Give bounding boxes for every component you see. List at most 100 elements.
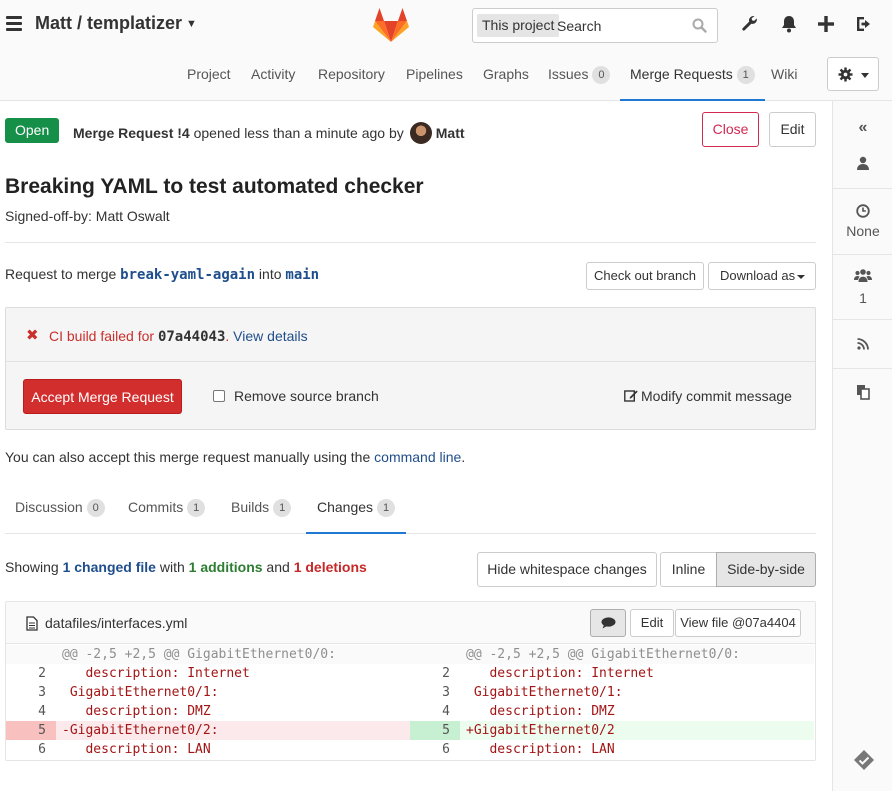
todo-icon[interactable] xyxy=(853,749,875,771)
hunk-header-row: @@ -2,5 +2,5 @@ GigabitEthernet0/0: @@ -2… xyxy=(6,645,815,664)
accept-merge-request-button[interactable]: Accept Merge Request xyxy=(23,379,182,414)
tab-project[interactable]: Project xyxy=(187,53,231,101)
tab-issues[interactable]: Issues 0 xyxy=(548,53,611,101)
view-file-button[interactable]: View file @07a4404 xyxy=(675,609,801,637)
line-number[interactable]: 4 xyxy=(410,702,460,721)
menu-icon[interactable] xyxy=(6,16,22,31)
commits-count-badge: 1 xyxy=(187,499,206,517)
remove-source-branch-checkbox[interactable] xyxy=(213,390,225,402)
line-number[interactable]: 5 xyxy=(410,721,460,740)
collapse-sidebar-icon[interactable]: « xyxy=(833,119,892,137)
tab-wiki[interactable]: Wiki xyxy=(771,53,797,101)
divider xyxy=(833,368,892,369)
tab-graphs[interactable]: Graphs xyxy=(483,53,529,101)
edit-file-button[interactable]: Edit xyxy=(630,609,674,637)
status-badge: Open xyxy=(5,118,60,143)
line-number[interactable]: 5 xyxy=(6,721,56,740)
tab-merge-requests[interactable]: Merge Requests 1 xyxy=(620,53,765,101)
tab-activity[interactable]: Activity xyxy=(251,53,295,101)
code-line: GigabitEthernet0/1: xyxy=(62,685,219,700)
divider xyxy=(833,254,892,255)
search-box[interactable]: This project xyxy=(472,8,718,43)
check-out-branch-button[interactable]: Check out branch xyxy=(586,262,704,290)
rss-icon[interactable] xyxy=(857,338,869,350)
chevron-down-icon[interactable]: ▼ xyxy=(186,18,197,30)
line-number[interactable]: 2 xyxy=(410,664,460,683)
file-icon xyxy=(26,616,38,631)
avatar[interactable] xyxy=(409,122,432,144)
commit-sha[interactable]: 07a44043 xyxy=(158,329,225,345)
line-number[interactable]: 3 xyxy=(6,683,56,702)
line-number[interactable]: 3 xyxy=(410,683,460,702)
chevron-down-icon xyxy=(797,275,805,279)
plus-icon[interactable] xyxy=(816,14,836,34)
tab-label: Merge Requests xyxy=(630,66,733,82)
milestone-value[interactable]: None xyxy=(833,223,892,239)
inline-view-button[interactable]: Inline xyxy=(660,552,717,587)
clock-icon[interactable] xyxy=(856,204,870,218)
hunk-header: @@ -2,5 +2,5 @@ GigabitEthernet0/0: xyxy=(56,645,410,664)
diff-half-right: 2 description: Internet xyxy=(410,664,814,683)
side-by-side-view-button[interactable]: Side-by-side xyxy=(716,552,816,587)
edit-icon xyxy=(624,390,638,402)
line-number[interactable]: 6 xyxy=(6,740,56,759)
author-link[interactable]: Matt xyxy=(436,125,465,141)
changed-files-link[interactable]: 1 changed file xyxy=(63,559,156,575)
search-input[interactable] xyxy=(557,15,687,37)
diff-half-left: 4 description: DMZ xyxy=(6,702,410,721)
download-as-button[interactable]: Download as xyxy=(708,262,816,290)
settings-dropdown-button[interactable] xyxy=(827,57,879,91)
gitlab-logo[interactable] xyxy=(372,7,410,43)
tab-pipelines[interactable]: Pipelines xyxy=(406,53,463,101)
modify-commit-message-link[interactable]: Modify commit message xyxy=(624,388,792,404)
project-title[interactable]: Matt / templatizer ▼ xyxy=(35,13,197,34)
tab-discussion[interactable]: Discussion 0 xyxy=(15,488,105,534)
user-icon[interactable] xyxy=(856,156,870,170)
source-branch[interactable]: break-yaml-again xyxy=(120,267,255,283)
tab-commits[interactable]: Commits 1 xyxy=(128,488,206,534)
target-branch[interactable]: main xyxy=(285,267,319,283)
tab-changes[interactable]: Changes 1 xyxy=(306,488,407,534)
merge-request-meta: Merge Request !4 opened less than a minu… xyxy=(73,122,465,144)
code-line: description: DMZ xyxy=(466,704,615,719)
right-sidebar: « None 1 xyxy=(832,101,892,791)
search-scope-label[interactable]: This project xyxy=(477,14,560,37)
diff-half-right: 3 GigabitEthernet0/1: xyxy=(410,683,814,702)
ci-suffix: . xyxy=(225,328,234,344)
code-line: -GigabitEthernet0/2: xyxy=(56,721,410,740)
divider xyxy=(833,188,892,189)
view-details-link[interactable]: View details xyxy=(233,328,307,344)
modify-commit-message-label[interactable]: Modify commit message xyxy=(641,388,792,404)
file-name[interactable]: datafiles/interfaces.yml xyxy=(45,615,187,631)
download-as-label: Download as xyxy=(720,268,796,283)
merge-requests-count-badge: 1 xyxy=(736,66,755,84)
search-icon[interactable] xyxy=(692,18,707,33)
code-line: description: Internet xyxy=(466,666,654,681)
remove-source-branch-label[interactable]: Remove source branch xyxy=(234,388,379,404)
edit-button[interactable]: Edit xyxy=(769,112,816,147)
project-nav: Project Activity Repository Pipelines Gr… xyxy=(0,53,820,101)
issues-count-badge: 0 xyxy=(592,66,611,84)
line-number[interactable]: 6 xyxy=(410,740,460,759)
wrench-icon[interactable] xyxy=(740,14,760,34)
tab-label: Changes xyxy=(317,499,374,515)
hide-whitespace-button[interactable]: Hide whitespace changes xyxy=(477,552,657,587)
project-title-text[interactable]: Matt / templatizer xyxy=(35,13,182,33)
toggle-comments-button[interactable] xyxy=(590,609,626,637)
diff-row: 2 description: Internet 2 description: In… xyxy=(6,664,815,683)
remove-source-branch-option[interactable]: Remove source branch xyxy=(213,388,379,404)
command-line-link[interactable]: command line xyxy=(374,449,461,465)
bell-icon[interactable] xyxy=(779,14,799,34)
line-number[interactable]: 4 xyxy=(6,702,56,721)
tab-label: Wiki xyxy=(771,66,798,82)
diff-half-left: 3 GigabitEthernet0/1: xyxy=(6,683,410,702)
copy-reference-icon[interactable] xyxy=(856,384,870,400)
diff-row: 3 GigabitEthernet0/1: 3 GigabitEthernet0/… xyxy=(6,683,815,702)
line-number[interactable]: 2 xyxy=(6,664,56,683)
sign-out-icon[interactable] xyxy=(854,14,874,34)
users-icon[interactable] xyxy=(854,268,872,282)
tab-repository[interactable]: Repository xyxy=(318,53,385,101)
tab-builds[interactable]: Builds 1 xyxy=(231,488,292,534)
diff-row: 6 description: LAN 6 description: LAN xyxy=(6,740,815,759)
close-button[interactable]: Close xyxy=(702,112,759,147)
